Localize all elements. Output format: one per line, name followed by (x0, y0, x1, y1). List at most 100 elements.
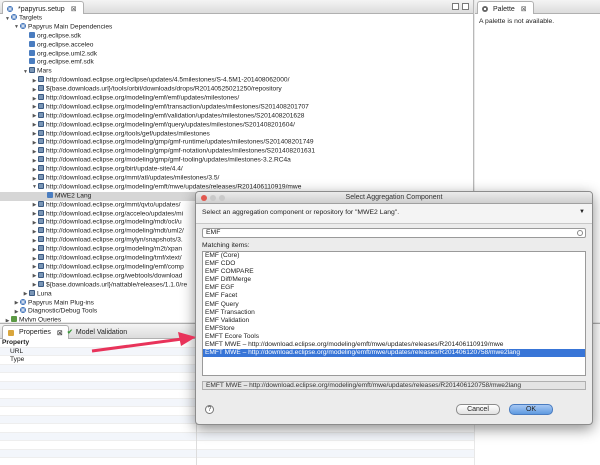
matching-item[interactable]: EMF Transaction (203, 309, 585, 317)
tree-item-label: http://download.eclipse.org/modeling/gmp… (46, 156, 291, 164)
filter-input[interactable]: EMF (202, 228, 586, 238)
minimize-window-icon[interactable] (210, 195, 216, 201)
tree-item[interactable]: org.eclipse.acceleo (0, 40, 473, 50)
matching-items-list[interactable]: EMF (Core) EMF CDO EMF COMPARE EMF Diff/Mer… (202, 251, 586, 376)
empty-property-row (0, 432, 474, 441)
repo-icon (38, 280, 44, 287)
editor-tab[interactable]: *papyrus.setup ⊠ (2, 1, 84, 14)
repo-icon (38, 209, 44, 216)
tree-item[interactable]: ▶ http://download.eclipse.org/modeling/em… (0, 102, 473, 112)
tree-item-label: org.eclipse.acceleo (37, 41, 94, 49)
tree-item[interactable]: ▶ http://download.eclipse.org/mmt/atl/upd… (0, 174, 473, 183)
tree-item[interactable]: ▼ Mars (0, 67, 473, 76)
tab-properties-label: Properties (19, 329, 51, 336)
tree-item[interactable]: ▶ http://download.eclipse.org/tools/gef/u… (0, 129, 473, 139)
setup-file-icon (7, 6, 13, 12)
repo-icon (38, 174, 44, 181)
tree-item[interactable]: ▶ http://download.eclipse.org/eclipse/upd… (0, 76, 473, 85)
tree-item-label: http://download.eclipse.org/modeling/emf… (46, 183, 302, 191)
repo-icon (38, 254, 44, 261)
maximize-icon[interactable] (462, 3, 469, 10)
tree-item[interactable]: org.eclipse.sdk (0, 31, 473, 41)
tree-item-label: org.eclipse.emf.sdk (37, 58, 94, 66)
tree-item-label: http://download.eclipse.org/mmt/qvto/upd… (46, 201, 181, 209)
tree-item-label: http://download.eclipse.org/modeling/emf… (46, 94, 240, 102)
checkmark-icon: ✔ (67, 329, 73, 336)
tree-item-label: http://download.eclipse.org/mmt/atl/upda… (46, 174, 220, 182)
tree-item-label: Papyrus Main Dependencies (28, 23, 113, 31)
matching-item[interactable]: EMF Diff/Merge (203, 276, 585, 284)
tree-item[interactable]: ▶ http://download.eclipse.org/modeling/em… (0, 111, 473, 121)
close-icon[interactable]: ⊠ (71, 5, 77, 13)
properties-icon (8, 329, 14, 336)
matching-item[interactable]: EMF (Core) (203, 252, 585, 260)
repo-icon (38, 218, 44, 225)
tree-item[interactable]: ▶ http://download.eclipse.org/modeling/em… (0, 120, 473, 130)
help-icon[interactable]: ? (205, 405, 214, 414)
matching-item[interactable]: EMF Facet (203, 292, 585, 300)
palette-tab[interactable]: Palette ⊠ (477, 1, 534, 14)
tree-item[interactable]: ▶ http://download.eclipse.org/modeling/gm… (0, 147, 473, 156)
tree-item-label: http://download.eclipse.org/modeling/emf… (46, 103, 309, 111)
prod-icon (47, 191, 53, 198)
matching-item[interactable]: EMF EGF (203, 284, 585, 292)
palette-tab-label: Palette (493, 5, 515, 13)
tree-item[interactable]: ▼ Targlets (0, 14, 473, 23)
editor-tab-bar: *papyrus.setup ⊠ (0, 0, 473, 14)
property-column-header: Property (2, 339, 30, 346)
matching-items-label: Matching items: (202, 242, 250, 249)
matching-item[interactable]: EMF Validation (203, 317, 585, 325)
tab-model-validation[interactable]: ✔ Model Validation (62, 325, 132, 339)
dialog-title: Select Aggregation Component (345, 194, 443, 201)
tree-item-label: Mars (37, 67, 52, 75)
repo-icon (29, 289, 35, 296)
cancel-button[interactable]: Cancel (456, 404, 500, 415)
tree-item[interactable]: ▶ http://download.eclipse.org/modeling/gm… (0, 156, 473, 165)
ok-button[interactable]: OK (509, 404, 553, 415)
tree-item-label: http://download.eclipse.org/modeling/mdt… (46, 227, 184, 235)
selection-status: EMFT MWE – http://download.eclipse.org/m… (202, 381, 586, 390)
prod-icon (29, 40, 35, 47)
repo-icon (38, 102, 44, 109)
close-icon[interactable]: ⊠ (521, 5, 527, 13)
close-window-icon[interactable] (201, 195, 207, 201)
target-icon (20, 307, 26, 314)
repo-icon (38, 262, 44, 269)
tree-item-label: org.eclipse.uml2.sdk (37, 50, 98, 58)
matching-item[interactable]: EMFT MWE – http://download.eclipse.org/m… (203, 349, 585, 358)
repo-icon (38, 138, 44, 145)
matching-item[interactable]: EMF COMPARE (203, 268, 585, 276)
dropdown-menu-icon[interactable]: ▼ (579, 209, 585, 215)
matching-item[interactable]: EMFT Ecore Tools (203, 333, 585, 341)
repo-icon (38, 165, 44, 172)
matching-item[interactable]: EMFStore (203, 325, 585, 333)
repo-icon (38, 156, 44, 163)
tree-item-label: http://download.eclipse.org/modeling/gmp… (46, 138, 314, 146)
tree-item[interactable]: ▶ http://download.eclipse.org/birt/update… (0, 165, 473, 174)
matching-item[interactable]: EMF Query (203, 301, 585, 309)
tree-item-label: http://download.eclipse.org/modeling/emf… (46, 121, 295, 129)
repo-icon (38, 227, 44, 234)
tree-item[interactable]: ▶ http://download.eclipse.org/modeling/em… (0, 94, 473, 103)
repo-icon (38, 245, 44, 252)
tree-item-label: http://download.eclipse.org/modeling/emf… (46, 112, 305, 120)
tree-item[interactable]: org.eclipse.uml2.sdk (0, 49, 473, 59)
tab-properties[interactable]: Properties ⊠ (2, 325, 69, 339)
tree-item[interactable]: ▶ ${base.downloads.url}/tools/orbit/downl… (0, 85, 473, 94)
tree-item[interactable]: org.eclipse.emf.sdk (0, 58, 473, 67)
empty-property-row (0, 424, 474, 433)
tree-item-label: http://download.eclipse.org/mylyn/snapsh… (46, 236, 183, 244)
clear-search-icon[interactable] (577, 230, 583, 236)
tree-item[interactable]: ▶ http://download.eclipse.org/modeling/gm… (0, 138, 473, 147)
tab-model-validation-label: Model Validation (75, 328, 128, 336)
empty-property-row (0, 458, 474, 465)
target-icon (20, 22, 26, 29)
matching-item[interactable]: EMFT MWE – http://download.eclipse.org/m… (203, 341, 585, 349)
zoom-window-icon[interactable] (219, 195, 225, 201)
minimize-icon[interactable] (452, 3, 459, 10)
collapsed-twisty-icon[interactable]: ▶ (4, 317, 11, 322)
tree-item[interactable]: ▼ Papyrus Main Dependencies (0, 22, 473, 32)
editor-tab-label: *papyrus.setup (18, 5, 65, 13)
matching-item[interactable]: EMF CDO (203, 260, 585, 268)
dialog-prompt: Select an aggregation component or repos… (202, 209, 400, 216)
